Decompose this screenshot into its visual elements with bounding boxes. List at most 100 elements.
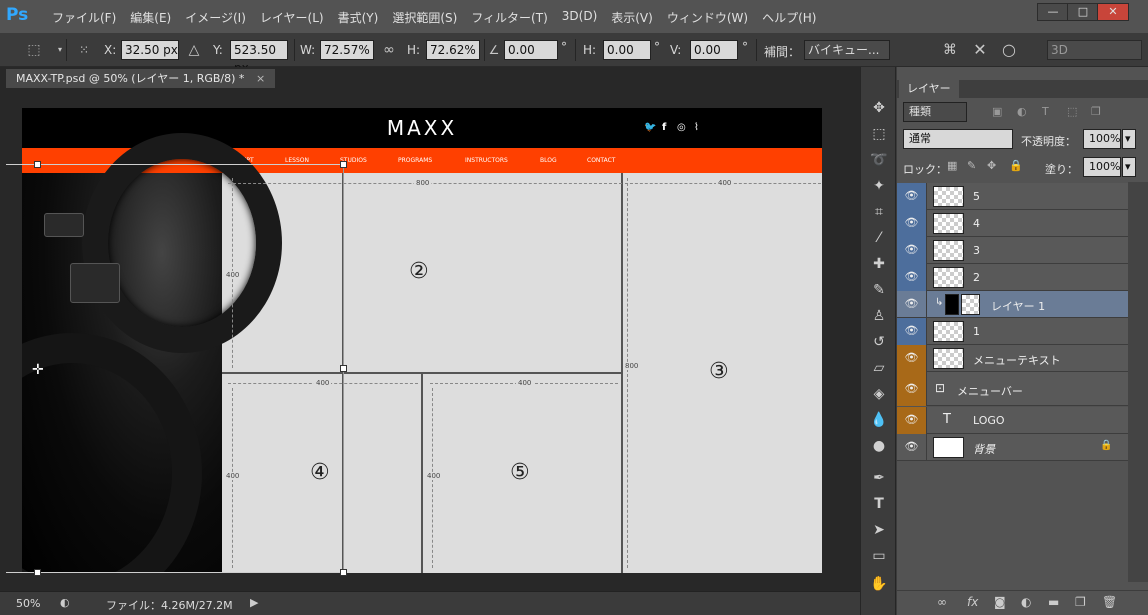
transform-tool-icon[interactable]: ⬚ bbox=[26, 42, 42, 58]
filter-shape-icon[interactable]: ⬚ bbox=[1067, 105, 1077, 118]
visibility-eye-icon[interactable]: 👁 bbox=[897, 372, 927, 406]
cancel-transform-icon[interactable]: ✕ bbox=[972, 42, 988, 58]
menu-layer[interactable]: レイヤー(L) bbox=[260, 9, 324, 26]
artboard[interactable]: MAXX 🐦 f ◎ ⌇ CONCEPT LESSON STUDIOS PROG… bbox=[22, 108, 822, 573]
canvas-area[interactable]: MAXX 🐦 f ◎ ⌇ CONCEPT LESSON STUDIOS PROG… bbox=[0, 88, 860, 591]
menu-3d[interactable]: 3D(D) bbox=[562, 9, 597, 26]
link-layers-icon[interactable]: ∞ bbox=[937, 595, 947, 609]
layer-row-menu-text[interactable]: 👁 メニューテキスト bbox=[897, 345, 1128, 372]
warp-icon[interactable]: ⌘ bbox=[942, 42, 958, 58]
transform-handle[interactable] bbox=[340, 365, 347, 372]
menu-view[interactable]: 表示(V) bbox=[611, 9, 653, 26]
new-layer-icon[interactable]: ❐ bbox=[1075, 595, 1086, 609]
eraser-tool-icon[interactable]: ▱ bbox=[868, 357, 890, 379]
maximize-button[interactable]: □ bbox=[1067, 3, 1099, 21]
fill-dropdown-icon[interactable]: ▾ bbox=[1122, 157, 1136, 177]
visibility-eye-icon[interactable]: 👁 bbox=[897, 210, 927, 237]
eyedropper-tool-icon[interactable]: ⁄ bbox=[868, 227, 890, 249]
fx-icon[interactable]: fx bbox=[967, 595, 978, 609]
interpolation-select[interactable]: バイキュー... bbox=[804, 40, 890, 60]
pen-tool-icon[interactable]: ✒ bbox=[868, 467, 890, 489]
brush-tool-icon[interactable]: ✎ bbox=[868, 279, 890, 301]
type-tool-icon[interactable]: T bbox=[868, 493, 890, 515]
menu-help[interactable]: ヘルプ(H) bbox=[762, 9, 816, 26]
filter-adjustment-icon[interactable]: ◐ bbox=[1017, 105, 1027, 118]
crop-tool-icon[interactable]: ⌗ bbox=[868, 201, 890, 223]
lock-pixels-icon[interactable]: ✎ bbox=[967, 159, 976, 172]
magic-wand-tool-icon[interactable]: ✦ bbox=[868, 175, 890, 197]
commit-transform-icon[interactable]: ○ bbox=[1001, 42, 1017, 58]
x-position-field[interactable]: 32.50 px bbox=[121, 40, 179, 60]
close-tab-icon[interactable]: × bbox=[256, 72, 265, 85]
blur-tool-icon[interactable]: 💧 bbox=[868, 409, 890, 431]
menu-window[interactable]: ウィンドウ(W) bbox=[667, 9, 748, 26]
filter-smart-object-icon[interactable]: ❐ bbox=[1091, 105, 1101, 118]
adjustment-layer-icon[interactable]: ◐ bbox=[1021, 595, 1031, 609]
add-mask-icon[interactable]: ◙ bbox=[994, 595, 1006, 609]
paint-bucket-tool-icon[interactable]: ◈ bbox=[868, 383, 890, 405]
visibility-eye-icon[interactable]: 👁 bbox=[897, 345, 927, 372]
path-selection-tool-icon[interactable]: ➤ bbox=[868, 519, 890, 541]
visibility-eye-icon[interactable]: 👁 bbox=[897, 183, 927, 210]
link-icon[interactable]: ∞ bbox=[381, 42, 397, 58]
width-field[interactable]: 72.57% bbox=[320, 40, 374, 60]
menu-image[interactable]: イメージ(I) bbox=[185, 9, 246, 26]
lock-transparent-icon[interactable]: ▦ bbox=[947, 159, 957, 172]
filter-kind-select[interactable]: 種類 bbox=[903, 102, 967, 122]
delete-layer-icon[interactable]: 🗑 bbox=[1102, 595, 1117, 609]
minimize-button[interactable]: — bbox=[1037, 3, 1069, 21]
zoom-level[interactable]: 50% bbox=[16, 597, 40, 610]
hand-tool-icon[interactable]: ✋ bbox=[868, 573, 890, 595]
vskew-field[interactable]: 0.00 bbox=[690, 40, 738, 60]
stamp-tool-icon[interactable]: ♙ bbox=[868, 305, 890, 327]
transform-handle[interactable] bbox=[34, 569, 41, 576]
workspace-select[interactable]: 3D bbox=[1047, 40, 1142, 60]
close-window-button[interactable]: ✕ bbox=[1097, 3, 1129, 21]
layer-row-5[interactable]: 👁 5 bbox=[897, 183, 1128, 210]
menu-type[interactable]: 書式(Y) bbox=[338, 9, 379, 26]
layers-tab[interactable]: レイヤー bbox=[899, 80, 959, 98]
status-menu-arrow-icon[interactable]: ▶ bbox=[250, 596, 258, 609]
marquee-tool-icon[interactable]: ⬚ bbox=[868, 123, 890, 145]
layer-row-menu-bar[interactable]: 👁 ⊡ メニューバー bbox=[897, 372, 1128, 406]
y-position-field[interactable]: 523.50 px bbox=[230, 40, 288, 75]
height-field[interactable]: 72.62% bbox=[426, 40, 480, 60]
layer-row-2[interactable]: 👁 2 bbox=[897, 264, 1128, 291]
layer-row-1[interactable]: 👁 1 bbox=[897, 318, 1128, 345]
layers-scrollbar[interactable] bbox=[1128, 182, 1148, 582]
transform-handle[interactable] bbox=[340, 569, 347, 576]
transform-handle[interactable] bbox=[340, 161, 347, 168]
relative-position-icon[interactable]: △ bbox=[186, 42, 202, 58]
lock-position-icon[interactable]: ✥ bbox=[987, 159, 996, 172]
lock-all-icon[interactable]: 🔒 bbox=[1009, 159, 1023, 172]
layer-row-layer1[interactable]: 👁 ↳ レイヤー 1 bbox=[897, 291, 1128, 318]
blend-mode-select[interactable]: 通常 bbox=[903, 129, 1013, 149]
reference-point-icon[interactable]: ⁙ bbox=[76, 42, 92, 58]
menu-select[interactable]: 選択範囲(S) bbox=[392, 9, 457, 26]
visibility-eye-icon[interactable]: 👁 bbox=[897, 264, 927, 291]
document-tab[interactable]: MAXX-TP.psd @ 50% (レイヤー 1, RGB/8) * × bbox=[6, 69, 276, 88]
move-tool-icon[interactable]: ✥ bbox=[868, 97, 890, 119]
visibility-eye-icon[interactable]: 👁 bbox=[897, 291, 927, 318]
visibility-eye-icon[interactable]: 👁 bbox=[897, 407, 927, 434]
fill-field[interactable]: 100% bbox=[1083, 157, 1121, 177]
layer-row-4[interactable]: 👁 4 bbox=[897, 210, 1128, 237]
filter-pixel-icon[interactable]: ▣ bbox=[992, 105, 1002, 118]
healing-brush-tool-icon[interactable]: ✚ bbox=[868, 253, 890, 275]
layer-row-3[interactable]: 👁 3 bbox=[897, 237, 1128, 264]
history-brush-tool-icon[interactable]: ↺ bbox=[868, 331, 890, 353]
opacity-field[interactable]: 100% bbox=[1083, 129, 1121, 149]
new-group-icon[interactable]: ▬ bbox=[1048, 595, 1059, 609]
shape-tool-icon[interactable]: ▭ bbox=[868, 545, 890, 567]
dodge-tool-icon[interactable]: ● bbox=[868, 435, 890, 457]
menu-file[interactable]: ファイル(F) bbox=[52, 9, 116, 26]
menu-edit[interactable]: 編集(E) bbox=[130, 9, 171, 26]
visibility-eye-icon[interactable]: 👁 bbox=[897, 434, 927, 461]
opacity-dropdown-icon[interactable]: ▾ bbox=[1122, 129, 1136, 149]
filter-type-icon[interactable]: T bbox=[1042, 105, 1049, 118]
visibility-eye-icon[interactable]: 👁 bbox=[897, 237, 927, 264]
lasso-tool-icon[interactable]: ➰ bbox=[868, 149, 890, 171]
layer-row-background[interactable]: 👁 背景 🔒 bbox=[897, 434, 1128, 461]
layer-mask-thumbnail[interactable] bbox=[961, 294, 980, 315]
visibility-eye-icon[interactable]: 👁 bbox=[897, 318, 927, 345]
